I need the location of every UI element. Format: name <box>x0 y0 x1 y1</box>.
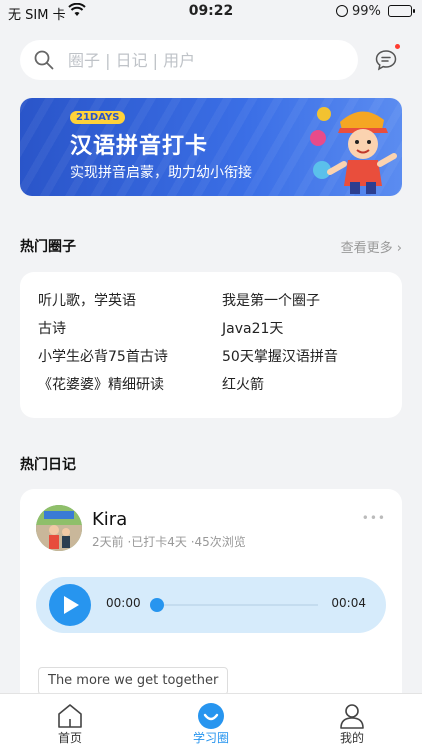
search-icon <box>34 50 54 70</box>
battery-icon <box>388 5 415 17</box>
smile-icon <box>198 703 224 729</box>
avatar-photo <box>36 505 82 551</box>
message-button[interactable] <box>374 44 400 72</box>
kid-illustration <box>310 107 397 194</box>
banner-tag: 21DAYS <box>70 111 126 124</box>
chat-bubble-icon <box>375 50 397 71</box>
promo-banner[interactable]: 21DAYS 汉语拼音打卡 实现拼音启蒙，助力幼小衔接 <box>20 98 402 196</box>
hot-circles-card: 听儿歌，学英语 我是第一个圈子 古诗 Java21天 小学生必背75首古诗 50… <box>20 272 402 418</box>
see-more-link[interactable]: 查看更多 › <box>341 237 402 256</box>
tab-me[interactable]: 我的 <box>302 694 402 750</box>
search-input[interactable] <box>68 46 348 74</box>
tab-label: 学习圈 <box>192 731 229 745</box>
tab-label: 我的 <box>339 731 364 745</box>
avatar[interactable] <box>36 505 82 551</box>
banner-subtitle: 实现拼音启蒙，助力幼小衔接 <box>70 165 252 181</box>
diary-card[interactable]: Kira 2天前 ·已打卡4天 ·45次浏览 ••• 00:00 00:04 T… <box>20 489 402 719</box>
audio-progress-track[interactable] <box>158 604 318 606</box>
circle-item[interactable]: 古诗 <box>38 320 222 339</box>
tab-label: 首页 <box>57 731 82 745</box>
username[interactable]: Kira <box>92 509 127 530</box>
audio-current-time: 00:00 <box>106 596 141 610</box>
audio-duration: 00:04 <box>331 596 366 610</box>
circle-item[interactable]: 我是第一个圈子 <box>222 292 388 311</box>
play-button[interactable] <box>49 584 91 626</box>
home-icon <box>58 704 82 728</box>
circle-item[interactable]: 50天掌握汉语拼音 <box>222 348 388 367</box>
banner-title: 汉语拼音打卡 <box>70 134 209 159</box>
tab-bar: 首页 学习圈 我的 <box>0 693 422 750</box>
search-bar[interactable] <box>20 40 358 80</box>
circle-item[interactable]: 小学生必背75首古诗 <box>38 348 222 367</box>
hot-diary-title: 热门日记 <box>20 457 76 473</box>
circle-item[interactable]: 红火箭 <box>222 376 388 395</box>
tab-home[interactable]: 首页 <box>20 694 120 750</box>
tab-study-circle[interactable]: 学习圈 <box>161 694 261 750</box>
circle-item[interactable]: 《花婆婆》精细研读 <box>38 376 222 395</box>
audio-progress-knob[interactable] <box>150 598 164 612</box>
rotation-lock-icon <box>336 5 348 17</box>
user-icon <box>340 704 364 729</box>
status-bar: 无 SIM 卡 09:22 99% <box>0 0 422 24</box>
post-meta: 2天前 ·已打卡4天 ·45次浏览 <box>92 535 246 549</box>
hot-circles-title: 热门圈子 <box>20 239 76 255</box>
notification-dot <box>395 44 400 49</box>
play-icon <box>64 596 79 614</box>
circle-item[interactable]: Java21天 <box>222 320 388 339</box>
more-options-button[interactable]: ••• <box>362 511 386 525</box>
diary-text: The more we get together <box>38 667 229 695</box>
audio-player: 00:00 00:04 <box>36 577 386 633</box>
battery-percent: 99% <box>352 4 381 19</box>
circle-item[interactable]: 听儿歌，学英语 <box>38 292 222 311</box>
